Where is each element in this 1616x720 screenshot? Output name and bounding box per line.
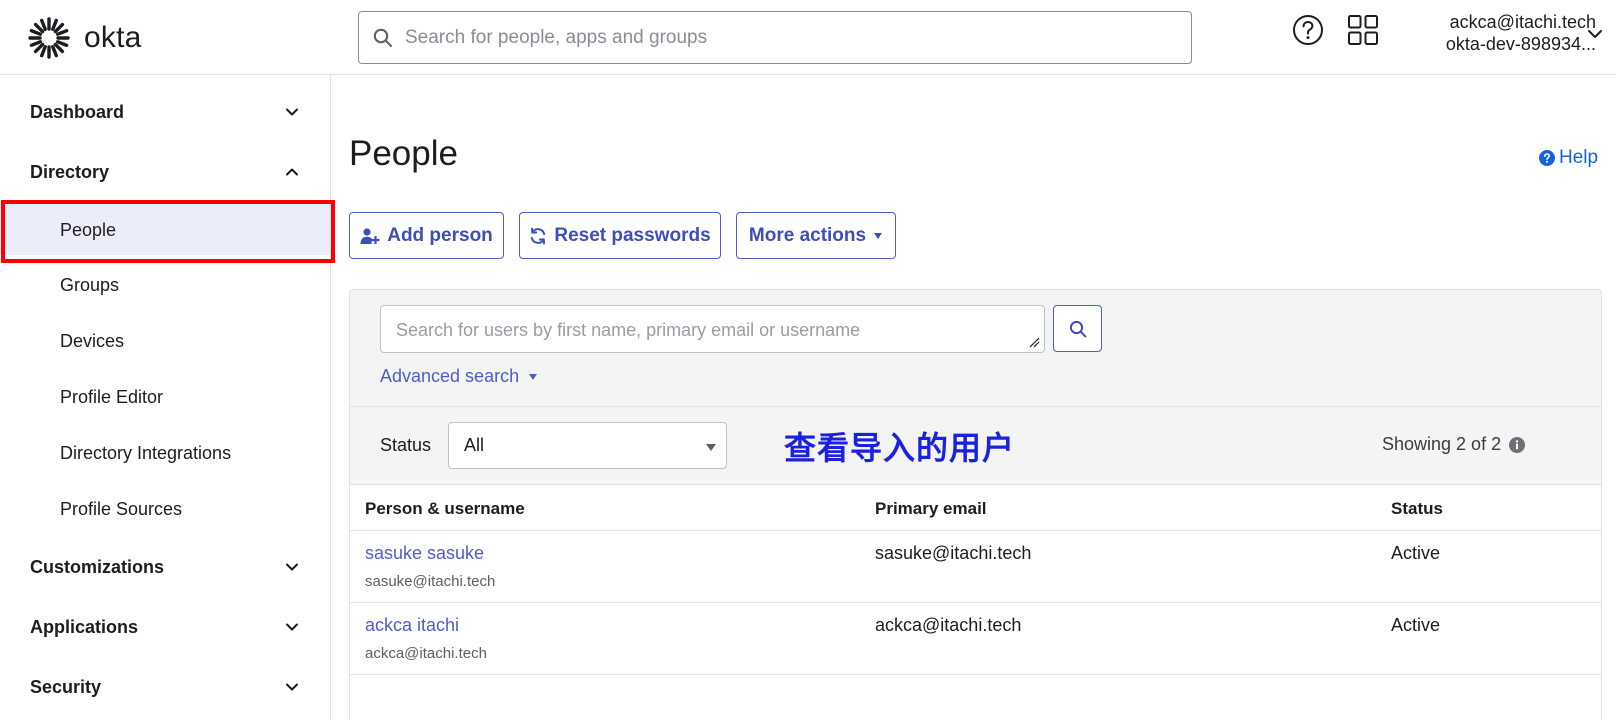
- sidebar-item-groups[interactable]: Groups: [0, 260, 330, 310]
- status-filter-value: All: [464, 435, 485, 455]
- org-name: okta-dev-898934...: [1445, 34, 1596, 54]
- add-person-label: Add person: [387, 224, 493, 246]
- person-name-link[interactable]: sasuke sasuke: [365, 543, 484, 564]
- primary-email: sasuke@itachi.tech: [875, 543, 1032, 563]
- table-row: ackca itachi ackca@itachi.tech ackca@ita…: [350, 603, 1601, 675]
- person-username: sasuke@itachi.tech: [365, 573, 496, 590]
- refresh-icon: [531, 227, 546, 244]
- chevron-up-icon: [286, 168, 298, 176]
- status-filter-label: Status: [380, 435, 432, 455]
- page-title: People: [349, 134, 458, 173]
- sidebar-item-directory-integrations[interactable]: Directory Integrations: [0, 428, 330, 478]
- search-icon: [373, 28, 392, 47]
- top-header: okta ackca@itachi.tech okta-dev-898934..…: [0, 0, 1616, 75]
- chevron-down-icon: [286, 563, 298, 571]
- sidebar-item-profile-editor[interactable]: Profile Editor: [0, 372, 330, 422]
- sidebar-section-applications[interactable]: Applications: [0, 602, 330, 652]
- user-email: ackca@itachi.tech: [1449, 12, 1596, 32]
- result-count-text: Showing 2 of 2: [1382, 434, 1502, 454]
- column-header-email[interactable]: Primary email: [875, 499, 987, 519]
- add-person-button[interactable]: Add person: [349, 212, 504, 259]
- chevron-down-icon: [286, 683, 298, 691]
- resize-handle-icon[interactable]: [1029, 337, 1040, 348]
- sidebar-nav: Dashboard Directory People Groups Device…: [0, 75, 331, 720]
- help-icon: [1539, 150, 1555, 166]
- advanced-search-link[interactable]: Advanced search: [380, 366, 538, 387]
- sidebar-section-directory[interactable]: Directory: [0, 147, 330, 197]
- global-search-box[interactable]: [358, 11, 1192, 64]
- help-circle-icon: [1293, 15, 1323, 45]
- sidebar-item-devices[interactable]: Devices: [0, 316, 330, 366]
- sidebar-section-label: Security: [30, 676, 102, 697]
- caret-down-icon: [874, 232, 883, 239]
- sidebar-section-label: Customizations: [30, 556, 165, 577]
- status-filter-select[interactable]: All: [448, 422, 727, 469]
- logo-wordmark: okta: [84, 21, 142, 54]
- sidebar-item-people[interactable]: People: [0, 205, 330, 255]
- caret-down-icon: [529, 373, 538, 380]
- help-link-label: Help: [1559, 147, 1599, 168]
- sidebar-section-label: Dashboard: [30, 101, 125, 122]
- column-header-status[interactable]: Status: [1391, 499, 1443, 519]
- info-icon[interactable]: [1509, 436, 1526, 453]
- more-actions-dropdown[interactable]: More actions: [736, 212, 896, 259]
- sidebar-item-label: Devices: [60, 330, 125, 351]
- advanced-search-label: Advanced search: [380, 366, 520, 386]
- user-account-menu[interactable]: ackca@itachi.tech okta-dev-898934...: [1396, 11, 1596, 55]
- user-search-button[interactable]: [1053, 305, 1102, 352]
- table-header: Person & username Primary email Status: [350, 485, 1601, 531]
- table-row: sasuke sasuke sasuke@itachi.tech sasuke@…: [350, 531, 1601, 603]
- user-search-input[interactable]: [381, 306, 1044, 352]
- primary-email: ackca@itachi.tech: [875, 615, 1022, 635]
- column-header-person[interactable]: Person & username: [365, 499, 525, 519]
- sidebar-item-label: Profile Editor: [60, 386, 164, 407]
- filter-bar: Status All 查看导入的用户 Showing 2 of 2: [349, 406, 1602, 485]
- okta-logo[interactable]: okta: [28, 17, 142, 59]
- sidebar-item-profile-sources[interactable]: Profile Sources: [0, 484, 330, 534]
- status-value: Active: [1391, 615, 1441, 635]
- add-person-icon: [360, 227, 380, 244]
- people-table: Person & username Primary email Status s…: [349, 485, 1602, 720]
- reset-passwords-button[interactable]: Reset passwords: [519, 212, 721, 259]
- global-search-input[interactable]: [405, 26, 1165, 49]
- help-button[interactable]: [1292, 14, 1324, 51]
- app-switcher-button[interactable]: [1347, 14, 1379, 51]
- app-grid-icon: [1348, 15, 1378, 45]
- chevron-down-icon: [286, 108, 298, 116]
- user-search-panel: Advanced search: [349, 289, 1602, 406]
- result-count: Showing 2 of 2: [1382, 434, 1526, 455]
- okta-sunburst-icon: [28, 17, 70, 59]
- sidebar-section-label: Directory: [30, 161, 110, 182]
- chevron-down-icon: [286, 623, 298, 631]
- sidebar-section-label: Applications: [30, 616, 139, 637]
- user-search-field[interactable]: [380, 305, 1045, 353]
- user-menu-toggle[interactable]: [1587, 27, 1603, 45]
- sidebar-item-label: Groups: [60, 274, 120, 295]
- sidebar-item-label: Directory Integrations: [60, 442, 232, 463]
- person-name-link[interactable]: ackca itachi: [365, 615, 459, 636]
- more-actions-label: More actions: [748, 224, 867, 246]
- search-icon: [1069, 320, 1086, 337]
- sidebar-item-label: People: [60, 219, 117, 240]
- sidebar-item-label: Profile Sources: [60, 498, 183, 519]
- status-value: Active: [1391, 543, 1441, 563]
- reset-passwords-label: Reset passwords: [554, 224, 711, 246]
- person-username: ackca@itachi.tech: [365, 645, 487, 662]
- caret-down-icon: [706, 444, 716, 451]
- sidebar-section-dashboard[interactable]: Dashboard: [0, 87, 330, 137]
- annotation-text: 查看导入的用户: [784, 429, 1016, 467]
- chevron-down-icon: [1588, 30, 1602, 38]
- help-link[interactable]: Help: [1539, 147, 1598, 169]
- sidebar-section-security[interactable]: Security: [0, 662, 330, 712]
- sidebar-section-customizations[interactable]: Customizations: [0, 542, 330, 592]
